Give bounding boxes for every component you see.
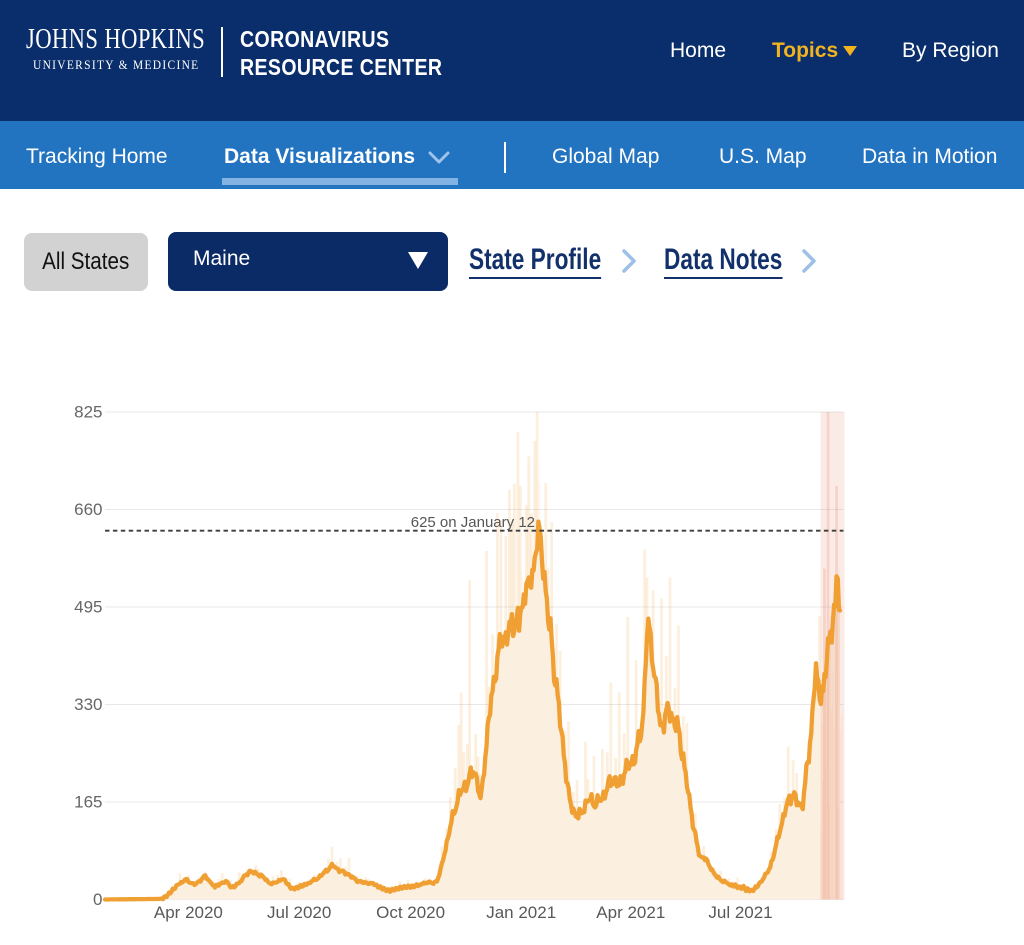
svg-text:625 on January 12: 625 on January 12 (411, 514, 535, 531)
svg-text:Oct 2020: Oct 2020 (376, 903, 445, 922)
svg-text:Apr 2020: Apr 2020 (154, 903, 223, 922)
svg-text:165: 165 (74, 793, 102, 812)
svg-text:0: 0 (93, 890, 102, 909)
svg-text:825: 825 (74, 403, 102, 422)
svg-text:Jan 2021: Jan 2021 (486, 903, 556, 922)
svg-text:Apr 2021: Apr 2021 (596, 903, 665, 922)
svg-text:Jul 2021: Jul 2021 (708, 903, 772, 922)
svg-text:660: 660 (74, 500, 102, 519)
svg-text:Jul 2020: Jul 2020 (267, 903, 331, 922)
svg-text:330: 330 (74, 695, 102, 714)
svg-text:495: 495 (74, 598, 102, 617)
